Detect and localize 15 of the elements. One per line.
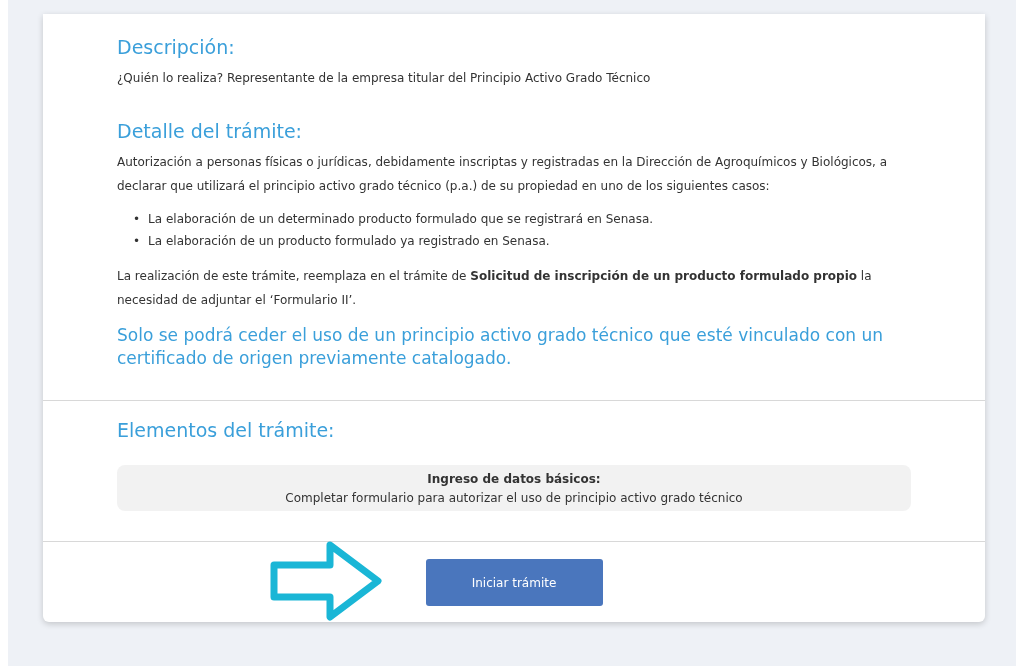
section-heading: Detalle del trámite:	[117, 120, 303, 142]
bullet-marker: •	[133, 233, 141, 250]
highlight-text: Solo se podrá ceder el uso de un principio activo grado técnico que esté vinculado con un certificado de origen previamente catalogado.	[117, 324, 885, 370]
element-text: Completar formulario para autorizar el uso de principio activo grado técnico	[284, 490, 744, 507]
arrow-icon	[270, 541, 382, 621]
description-text: ¿Quién lo realiza? Representante de la empresa titular del Principio Activo Grado Técnico	[117, 70, 652, 87]
note-paragraph: La realización de este trámite, reemplaza en el trámite de Solicitud de inscripción de un producto formulado propio la necesidad de adjuntar el ‘Formulario II’.	[117, 268, 873, 309]
start-button[interactable]: Iniciar trámite	[425, 559, 603, 606]
bullet-item: La elaboración de un determinado producto formulado que se registrará en Senasa.	[148, 211, 654, 228]
section-heading: Elementos del trámite:	[117, 419, 336, 441]
section-heading: Descripción:	[117, 36, 236, 58]
detail-paragraph: Autorización a personas físicas o jurídicas, debidamente inscriptas y registradas en la Dirección de Agroquímicos y Biológicos, a declarar que utilizará el principio activo grado técnico (p.a.) de su propiedad en uno de los siguientes casos:	[117, 154, 889, 195]
bullet-item: La elaboración de un producto formulado ya registrado en Senasa.	[148, 233, 550, 250]
element-title: Ingreso de datos básicos:	[426, 471, 602, 488]
bullet-marker: •	[133, 211, 141, 228]
